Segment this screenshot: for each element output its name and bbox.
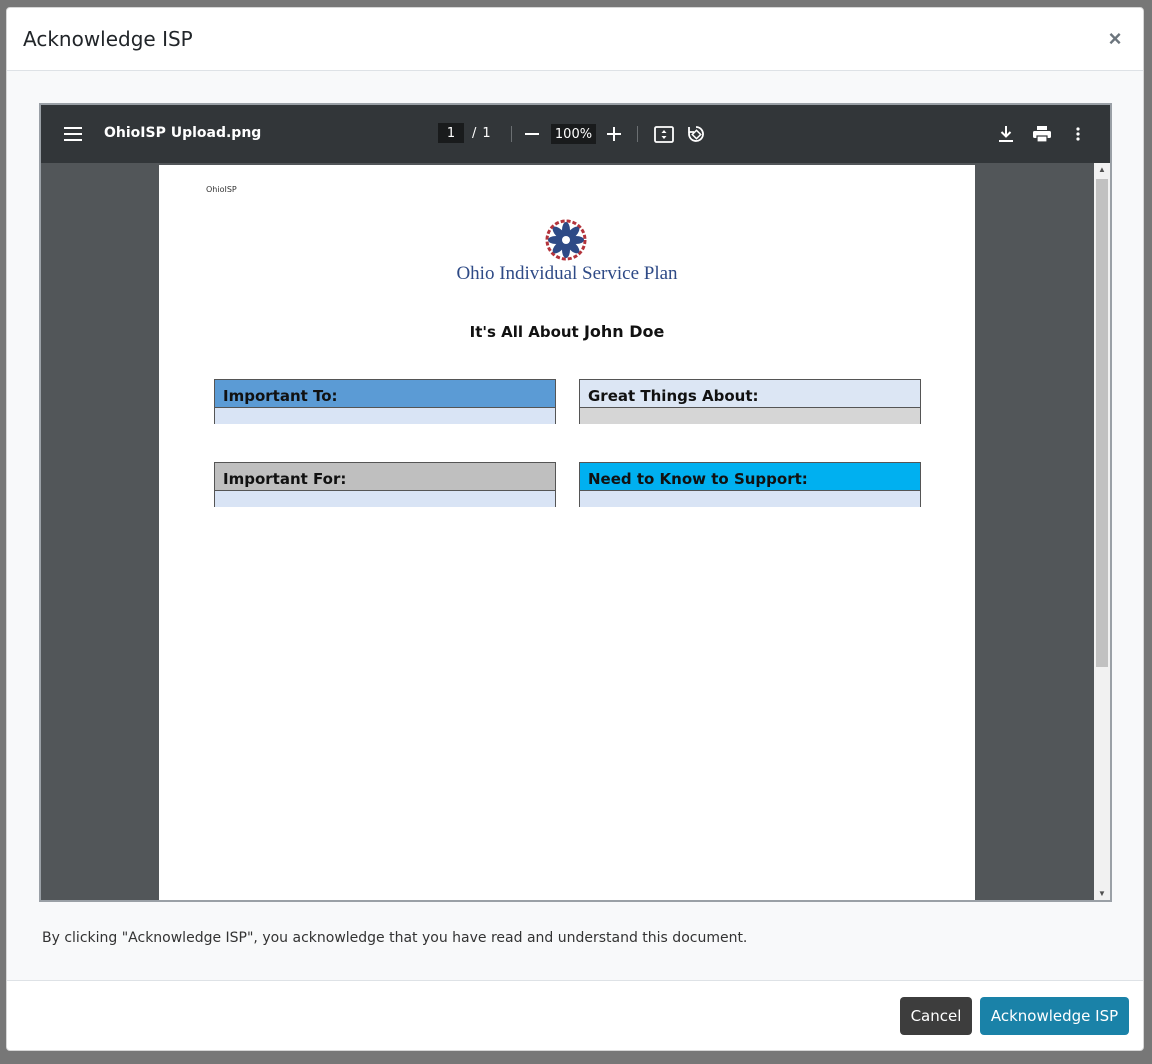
total-pages: 1 (482, 125, 491, 141)
box-body (580, 408, 920, 424)
important-to-box: Important To: (214, 379, 556, 424)
toolbar-divider (637, 126, 638, 142)
pdf-filename: OhioISP Upload.png (104, 125, 262, 141)
document-header-text: OhioISP (206, 185, 237, 194)
scroll-thumb[interactable] (1096, 179, 1108, 667)
great-things-about-box: Great Things About: (579, 379, 921, 424)
rotate-icon[interactable] (685, 123, 707, 145)
acknowledge-isp-button[interactable]: Acknowledge ISP (980, 997, 1129, 1035)
box-header: Need to Know to Support: (580, 463, 920, 491)
close-icon[interactable]: × (1103, 26, 1127, 52)
pdf-viewport[interactable]: OhioISP Ohio Individual Service Plan It'… (41, 163, 1094, 900)
box-header: Important To: (215, 380, 555, 408)
title-prefix: It's All About (469, 323, 579, 341)
logo-text: Ohio Individual Service Plan (456, 263, 678, 284)
modal-footer: Cancel Acknowledge ISP (7, 980, 1143, 1050)
pdf-viewer[interactable]: OhioISP Upload.png / 1 (39, 103, 1112, 902)
ohio-isp-logo (545, 219, 587, 261)
box-header: Great Things About: (580, 380, 920, 408)
scroll-up-arrow-icon[interactable]: ▲ (1098, 165, 1106, 174)
toolbar-divider (511, 126, 512, 142)
important-for-box: Important For: (214, 462, 556, 507)
modal-title: Acknowledge ISP (23, 27, 193, 51)
box-body (215, 408, 555, 424)
pdf-page: OhioISP Ohio Individual Service Plan It'… (159, 165, 975, 900)
box-body (215, 491, 555, 507)
scroll-down-arrow-icon[interactable]: ▼ (1098, 889, 1106, 898)
person-name: John Doe (583, 322, 665, 341)
modal-header: Acknowledge ISP × (7, 8, 1143, 71)
cancel-button[interactable]: Cancel (900, 997, 972, 1035)
page-control: / 1 (438, 123, 491, 143)
print-icon[interactable] (1031, 124, 1053, 144)
pdf-toolbar: OhioISP Upload.png / 1 (41, 105, 1110, 163)
document-title: It's All About John Doe (159, 322, 975, 341)
scrollbar[interactable]: ▲ ▼ (1094, 163, 1110, 900)
page-separator: / (472, 125, 477, 141)
box-body (580, 491, 920, 507)
need-to-know-box: Need to Know to Support: (579, 462, 921, 507)
more-vertical-icon[interactable] (1068, 124, 1088, 144)
fit-page-icon[interactable] (653, 124, 675, 144)
plus-icon[interactable] (604, 124, 624, 144)
page-number-input[interactable] (438, 123, 464, 143)
download-icon[interactable] (996, 124, 1016, 144)
minus-icon[interactable] (522, 124, 542, 144)
modal-body: OhioISP Upload.png / 1 (7, 71, 1143, 982)
menu-icon[interactable] (63, 124, 83, 144)
zoom-input[interactable] (551, 124, 596, 144)
box-header: Important For: (215, 463, 555, 491)
acknowledgement-text: By clicking "Acknowledge ISP", you ackno… (42, 930, 748, 946)
acknowledge-isp-modal: Acknowledge ISP × OhioISP Upload.png / 1 (6, 7, 1144, 1051)
